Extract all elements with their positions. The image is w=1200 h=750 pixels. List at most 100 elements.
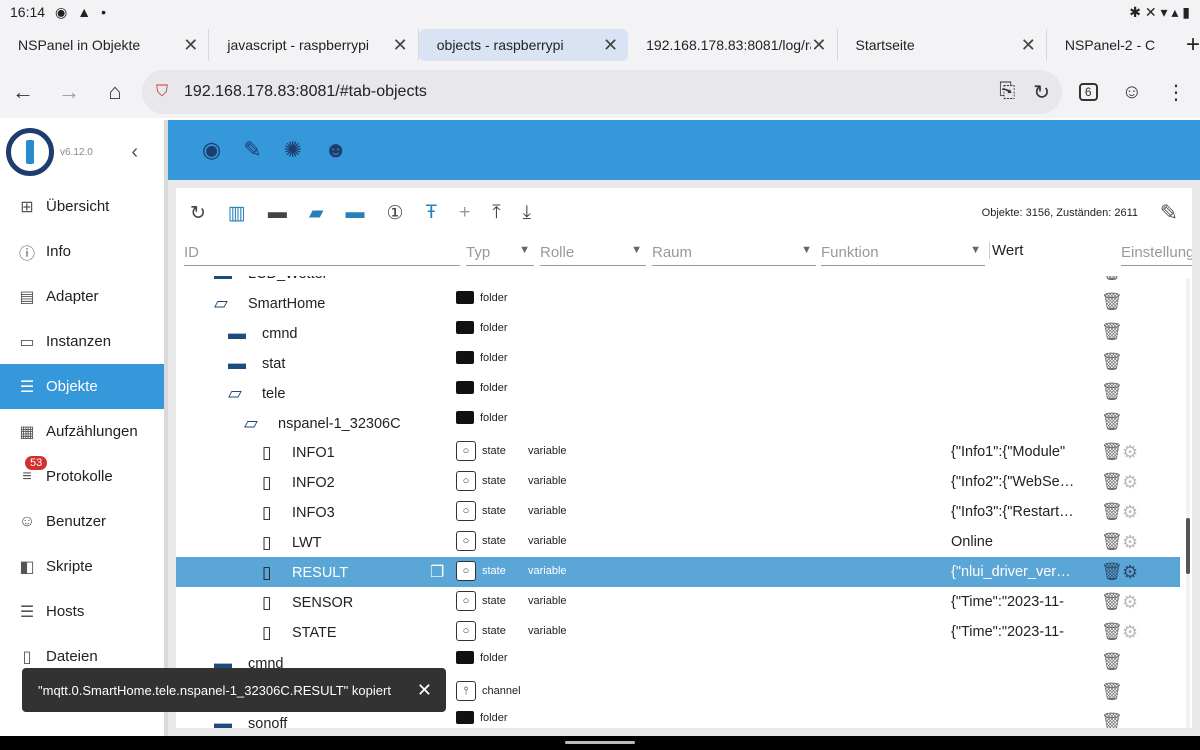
trash-icon[interactable]: 🗑 (1101, 322, 1123, 342)
close-tab-icon[interactable]: ✕ (603, 35, 618, 56)
scrollbar[interactable] (1186, 278, 1190, 728)
upload-icon[interactable]: ⤒ (492, 202, 500, 224)
gear-icon[interactable]: ⚙ (1122, 592, 1138, 613)
url-field[interactable]: ⛉ 192.168.178.83:8081/#tab-objects ⎘ ↻ (142, 70, 1062, 114)
sidebar-item-protokolle[interactable]: ≡ Protokolle 53 (0, 454, 164, 499)
gear-icon[interactable]: ⚙ (1122, 442, 1138, 463)
folder-icon[interactable]: ▬ (214, 713, 234, 728)
trash-icon[interactable]: 🗑 (1101, 276, 1123, 282)
trash-icon[interactable]: 🗑 (1101, 562, 1123, 582)
value-cell[interactable]: {"Info1":{"Module" (951, 444, 1076, 460)
browser-tab[interactable]: objects - raspberrypi ✕ (418, 29, 629, 61)
trash-icon[interactable]: 🗑 (1101, 442, 1123, 462)
value-cell[interactable]: {"Time":"2023-11- (951, 594, 1076, 610)
tree-row[interactable]: ▱ SmartHome folder 🗑 (176, 287, 1180, 317)
sidebar-item-benutzer[interactable]: ☺ Benutzer (0, 499, 164, 544)
trash-icon[interactable]: 🗑 (1101, 472, 1123, 492)
scrollbar-thumb[interactable] (1186, 518, 1190, 574)
trash-icon[interactable]: 🗑 (1101, 412, 1123, 432)
wrench-icon[interactable]: ✎ (243, 137, 261, 163)
close-tab-icon[interactable]: ✕ (811, 35, 826, 56)
collapse-all-icon[interactable]: ▬ (346, 202, 365, 224)
theme-icon[interactable]: ✺ (284, 137, 302, 163)
eye-icon[interactable]: ◉ (202, 137, 221, 163)
tree-row[interactable]: ▬ cmnd folder 🗑 (176, 317, 1180, 347)
trash-icon[interactable]: 🗑 (1101, 592, 1123, 612)
trash-icon[interactable]: 🗑 (1101, 532, 1123, 552)
add-icon[interactable]: + (459, 202, 470, 224)
text-size-icon[interactable]: Ŧ (426, 202, 438, 224)
columns-icon[interactable]: ▥ (228, 202, 246, 225)
trash-icon[interactable]: 🗑 (1101, 622, 1123, 642)
gear-icon[interactable]: ⚙ (1122, 562, 1138, 583)
collapse-chevron-icon[interactable]: ‹ (131, 141, 138, 164)
sidebar-item-bersicht[interactable]: ⊞ Übersicht (0, 184, 164, 229)
tree-row[interactable]: ▬ LCD_Wetter 🗑 (176, 276, 1180, 287)
account-icon[interactable]: ☺ (1122, 81, 1142, 104)
gear-icon[interactable]: ⚙ (1122, 622, 1138, 643)
trash-icon[interactable]: 🗑 (1101, 382, 1123, 402)
reader-mode-icon[interactable]: ⎘ (999, 80, 1015, 105)
trash-icon[interactable]: 🗑 (1101, 502, 1123, 522)
function-filter[interactable]: Funktion ▼ (821, 238, 985, 266)
browser-tab[interactable]: 192.168.178.83:8081/log/ra ✕ (628, 29, 838, 61)
tree-row[interactable]: ▬ stat folder 🗑 (176, 347, 1180, 377)
tree-row[interactable]: ▯ RESULT ○ state variable {"nlui_driver_versi… (176, 557, 1180, 587)
browser-tab[interactable]: javascript - raspberrypi ✕ (209, 29, 419, 61)
close-icon[interactable]: ✕ (417, 680, 432, 701)
tree-row[interactable]: ▯ INFO3 ○ state variable {"Info3":{"RestartRe… (176, 497, 1180, 527)
id-filter[interactable]: ID (184, 238, 460, 266)
copy-icon[interactable]: ❐ (430, 562, 444, 582)
trash-icon[interactable]: 🗑 (1101, 292, 1123, 312)
new-tab-icon[interactable]: + (1186, 31, 1200, 59)
home-icon[interactable]: ⌂ (92, 79, 138, 105)
expert-mode-icon[interactable]: ☻ (324, 137, 347, 163)
gear-icon[interactable]: ⚙ (1122, 472, 1138, 493)
sidebar-item-hosts[interactable]: ☰ Hosts (0, 589, 164, 634)
value-cell[interactable]: Online (951, 534, 1076, 550)
type-filter[interactable]: Typ ▼ (466, 238, 534, 266)
close-tab-icon[interactable]: ✕ (393, 35, 408, 56)
tree-row[interactable]: ▯ LWT ○ state variable Online 🗑 ⚙ (176, 527, 1180, 557)
settings-wrench-icon[interactable]: ✎ (1160, 200, 1178, 226)
close-tab-icon[interactable]: ✕ (183, 35, 198, 56)
value-cell[interactable]: {"nlui_driver_version" (951, 564, 1076, 580)
browser-tab[interactable]: NSPanel in Objekte ✕ (0, 29, 210, 61)
folder-icon[interactable]: ▬ (228, 323, 248, 344)
tree-row[interactable]: ▯ SENSOR ○ state variable {"Time":"2023-11- 🗑 ⚙ (176, 587, 1180, 617)
trash-icon[interactable]: 🗑 (1101, 712, 1123, 728)
value-cell[interactable]: {"Info2":{"WebServer" (951, 474, 1076, 490)
tree-row[interactable]: ▯ STATE ○ state variable {"Time":"2023-11- 🗑 ⚙ (176, 617, 1180, 647)
room-filter[interactable]: Raum ▼ (652, 238, 816, 266)
more-menu-icon[interactable]: ⋮ (1166, 80, 1186, 105)
value-cell[interactable]: {"Info3":{"RestartReason" (951, 504, 1076, 520)
browser-tab[interactable]: Startseite ✕ (838, 29, 1047, 61)
trash-icon[interactable]: 🗑 (1101, 652, 1123, 672)
sidebar-item-instanzen[interactable]: ▭ Instanzen (0, 319, 164, 364)
sidebar-item-objekte[interactable]: ☰ Objekte (0, 364, 164, 409)
tab-count-icon[interactable]: 6 (1078, 83, 1098, 101)
sidebar-item-adapter[interactable]: ▤ Adapter (0, 274, 164, 319)
folder-icon[interactable]: ▬ (214, 276, 234, 284)
refresh-icon[interactable]: ↻ (190, 202, 206, 225)
folder-open-icon[interactable]: ▱ (214, 293, 234, 314)
download-icon[interactable]: ⤓ (523, 202, 531, 224)
forward-icon[interactable]: → (46, 79, 92, 105)
sidebar-item-aufzhlungen[interactable]: ▦ Aufzählungen (0, 409, 164, 454)
folder-icon[interactable]: ▬ (228, 353, 248, 374)
role-filter[interactable]: Rolle ▼ (540, 238, 646, 266)
reload-icon[interactable]: ↻ (1033, 80, 1050, 105)
gear-icon[interactable]: ⚙ (1122, 502, 1138, 523)
sidebar-item-skripte[interactable]: ◧ Skripte (0, 544, 164, 589)
tree-row[interactable]: ▱ nspanel-1_32306C folder 🗑 (176, 407, 1180, 437)
browser-tab[interactable]: NSPanel-2 - C (1047, 29, 1176, 61)
tree-row[interactable]: ▯ INFO1 ○ state variable {"Info1":{"Module" 🗑 ⚙ (176, 437, 1180, 467)
expand-level-icon[interactable]: ① (387, 202, 404, 225)
folder-icon[interactable]: ▬ (268, 202, 287, 224)
folder-open-icon[interactable]: ▱ (228, 383, 248, 404)
close-tab-icon[interactable]: ✕ (1021, 35, 1036, 56)
tree-row[interactable]: ▱ tele folder 🗑 (176, 377, 1180, 407)
trash-icon[interactable]: 🗑 (1101, 682, 1123, 702)
folder-open-icon[interactable]: ▱ (244, 413, 264, 434)
gear-icon[interactable]: ⚙ (1122, 532, 1138, 553)
